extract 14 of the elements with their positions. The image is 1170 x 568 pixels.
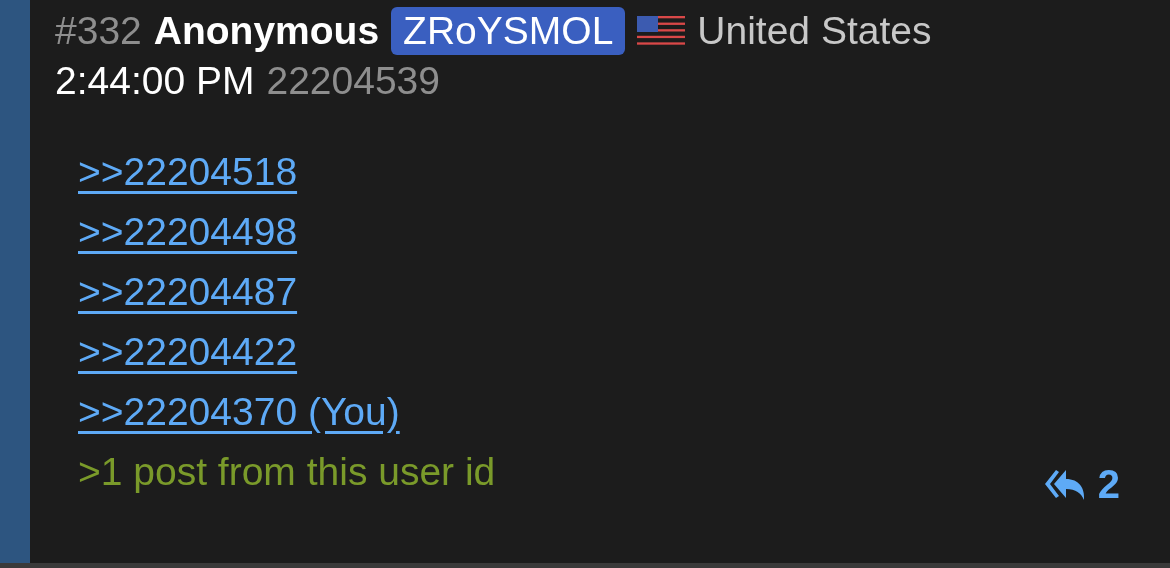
post-id[interactable]: 22204539 (266, 59, 440, 103)
country-name: United States (697, 9, 932, 53)
poster-name: Anonymous (153, 9, 380, 53)
quote-link[interactable]: >>22204422 (78, 322, 298, 382)
quote-link[interactable]: >>22204370 (You) (78, 382, 400, 442)
post-number: #332 (55, 9, 142, 53)
flag-icon (637, 16, 686, 46)
user-id-badge[interactable]: ZRoYSMOL (391, 7, 626, 55)
quote-link[interactable]: >>22204498 (78, 202, 298, 262)
greentext-line: >1 post from this user id (78, 449, 496, 495)
quote-link[interactable]: >>22204518 (78, 142, 298, 202)
quote-link[interactable]: >>22204487 (78, 262, 298, 322)
replies-button[interactable]: 2 (1043, 462, 1120, 507)
post-time: 2:44:00 PM (55, 59, 255, 103)
